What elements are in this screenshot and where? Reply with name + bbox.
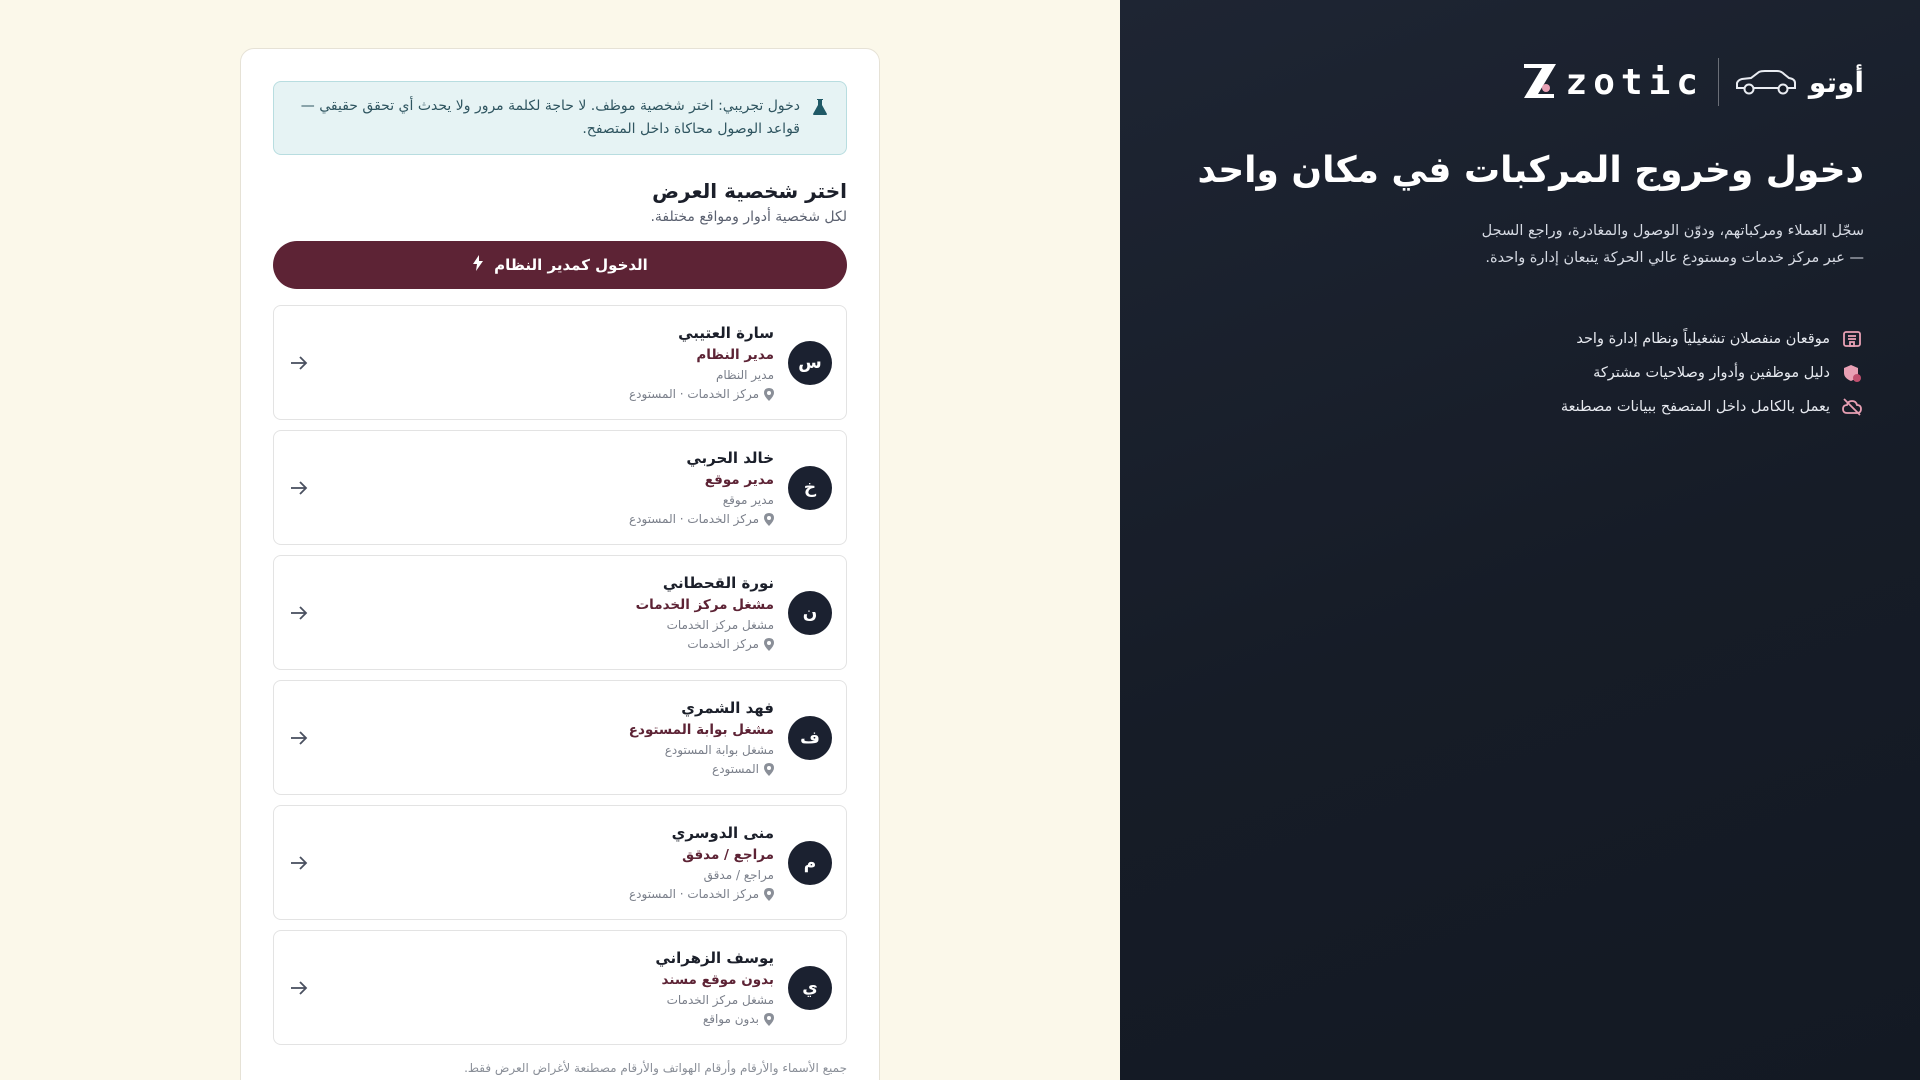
persona-name: نورة القحطاني bbox=[662, 574, 774, 592]
brand-description: سجّل العملاء ومركباتهم، ودوّن الوصول وال… bbox=[1481, 223, 1864, 266]
persona-role: مراجع / مدقق bbox=[682, 847, 774, 863]
cloud-off-icon bbox=[1840, 395, 1864, 419]
persona-card-mona[interactable]: م منى الدوسري مراجع / مدقق مراجع / مدقق … bbox=[273, 805, 847, 920]
building-icon bbox=[1840, 327, 1864, 351]
brand-panel: أوتو zotic دخول وخروج المركبات في مكان و… bbox=[1120, 0, 1920, 1080]
zotic-logo: zotic bbox=[1520, 60, 1704, 104]
persona-role: مشغل بوابة المستودع bbox=[628, 722, 774, 738]
persona-subrole: مدير النظام bbox=[715, 368, 774, 382]
persona-location-text: بدون مواقع bbox=[702, 1012, 759, 1026]
arrow-right-icon bbox=[290, 980, 308, 996]
persona-card-yousef[interactable]: ي يوسف الزهراني بدون موقع مسند مشغل مركز… bbox=[273, 930, 847, 1045]
persona-card-khaled[interactable]: خ خالد الحربي مدير موقع مدير موقع مركز ا… bbox=[273, 430, 847, 545]
persona-location: مركز الخدمات · المستودع bbox=[629, 887, 774, 901]
persona-role: بدون موقع مسند bbox=[661, 972, 774, 988]
login-as-admin-button[interactable]: الدخول كمدير النظام bbox=[273, 241, 847, 289]
persona-location-text: المستودع bbox=[712, 762, 759, 776]
car-icon bbox=[1733, 68, 1799, 96]
page-title: اختر شخصية العرض bbox=[652, 179, 847, 203]
persona-name: سارة العتيبي bbox=[678, 324, 774, 342]
feature-text: دليل موظفين وأدوار وصلاحيات مشتركة bbox=[1593, 365, 1830, 381]
persona-subrole: مشغل مركز الخدمات bbox=[666, 993, 774, 1007]
location-pin-icon bbox=[764, 1012, 774, 1026]
arrow-right-icon bbox=[290, 605, 308, 621]
persona-location: مركز الخدمات · المستودع bbox=[629, 387, 774, 401]
persona-subrole: مدير موقع bbox=[722, 493, 774, 507]
app-logo: أوتو bbox=[1733, 66, 1864, 99]
persona-card-sara[interactable]: س سارة العتيبي مدير النظام مدير النظام م… bbox=[273, 305, 847, 420]
feature-item: دليل موظفين وأدوار وصلاحيات مشتركة bbox=[1561, 356, 1864, 390]
persona-info: نورة القحطاني مشغل مركز الخدمات مشغل مرك… bbox=[636, 574, 774, 651]
persona-location-text: مركز الخدمات · المستودع bbox=[628, 887, 759, 901]
persona-info: منى الدوسري مراجع / مدقق مراجع / مدقق مر… bbox=[629, 824, 774, 901]
arrow-right-icon bbox=[290, 730, 308, 746]
persona-info: خالد الحربي مدير موقع مدير موقع مركز الخ… bbox=[629, 449, 774, 526]
feature-text: موقعان منفصلان تشغيلياً ونظام إدارة واحد bbox=[1576, 331, 1830, 347]
demo-notice-text: دخول تجريبي: اختر شخصية موظف. لا حاجة لك… bbox=[300, 98, 800, 137]
persona-role: مدير النظام bbox=[696, 347, 774, 363]
brand-divider bbox=[1717, 58, 1719, 106]
persona-location-text: مركز الخدمات · المستودع bbox=[628, 512, 759, 526]
persona-subrole: مراجع / مدقق bbox=[703, 868, 774, 882]
avatar: س bbox=[788, 340, 832, 385]
avatar: م bbox=[788, 840, 832, 885]
location-pin-icon bbox=[764, 762, 774, 776]
persona-role: مدير موقع bbox=[704, 472, 774, 488]
page-subtitle: لكل شخصية أدوار ومواقع مختلفة. bbox=[650, 209, 847, 225]
persona-location-text: مركز الخدمات · المستودع bbox=[628, 387, 759, 401]
persona-subrole: مشغل بوابة المستودع bbox=[664, 743, 774, 757]
persona-card-fahad[interactable]: ف فهد الشمري مشغل بوابة المستودع مشغل بو… bbox=[273, 680, 847, 795]
brand-header: أوتو zotic bbox=[1520, 58, 1864, 106]
persona-login-card: دخول تجريبي: اختر شخصية موظف. لا حاجة لك… bbox=[240, 48, 880, 1080]
persona-list: س سارة العتيبي مدير النظام مدير النظام م… bbox=[273, 305, 847, 1045]
admin-button-label: الدخول كمدير النظام bbox=[494, 256, 648, 274]
location-pin-icon bbox=[764, 387, 774, 401]
app-name: أوتو bbox=[1808, 65, 1864, 99]
demo-notice: دخول تجريبي: اختر شخصية موظف. لا حاجة لك… bbox=[273, 81, 847, 155]
avatar: خ bbox=[788, 465, 832, 510]
persona-location: بدون مواقع bbox=[655, 1012, 774, 1026]
arrow-right-icon bbox=[290, 480, 308, 496]
brand-headline: دخول وخروج المركبات في مكان واحد bbox=[1197, 150, 1864, 191]
avatar: ف bbox=[788, 715, 832, 760]
persona-location-text: مركز الخدمات bbox=[687, 637, 759, 651]
location-pin-icon bbox=[764, 512, 774, 526]
persona-name: يوسف الزهراني bbox=[655, 949, 774, 967]
persona-name: خالد الحربي bbox=[686, 449, 774, 467]
persona-role: مشغل مركز الخدمات bbox=[635, 597, 774, 613]
feature-item: موقعان منفصلان تشغيلياً ونظام إدارة واحد bbox=[1561, 322, 1864, 356]
z-mark-icon bbox=[1520, 60, 1560, 104]
feature-item: يعمل بالكامل داخل المتصفح ببيانات مصطنعة bbox=[1561, 390, 1864, 424]
feature-text: يعمل بالكامل داخل المتصفح ببيانات مصطنعة bbox=[1560, 399, 1830, 415]
avatar: ي bbox=[788, 965, 832, 1010]
persona-subrole: مشغل مركز الخدمات bbox=[666, 618, 774, 632]
arrow-right-icon bbox=[290, 355, 308, 371]
persona-info: يوسف الزهراني بدون موقع مسند مشغل مركز ا… bbox=[655, 949, 774, 1026]
bolt-icon bbox=[472, 255, 484, 275]
flask-icon bbox=[812, 98, 828, 124]
persona-name: فهد الشمري bbox=[681, 699, 774, 717]
logo-text: zotic bbox=[1565, 61, 1704, 103]
persona-location: مركز الخدمات · المستودع bbox=[629, 512, 774, 526]
persona-location: المستودع bbox=[629, 762, 774, 776]
arrow-right-icon bbox=[290, 855, 308, 871]
feature-list: موقعان منفصلان تشغيلياً ونظام إدارة واحد… bbox=[1561, 322, 1864, 424]
avatar: ن bbox=[788, 590, 832, 635]
shield-user-icon bbox=[1840, 361, 1864, 385]
persona-card-noura[interactable]: ن نورة القحطاني مشغل مركز الخدمات مشغل م… bbox=[273, 555, 847, 670]
location-pin-icon bbox=[764, 887, 774, 901]
persona-name: منى الدوسري bbox=[671, 824, 774, 842]
persona-location: مركز الخدمات bbox=[636, 637, 774, 651]
persona-info: سارة العتيبي مدير النظام مدير النظام مرك… bbox=[629, 324, 774, 401]
footnote: جميع الأسماء والأرقام وأرقام الهواتف وال… bbox=[464, 1061, 847, 1075]
persona-info: فهد الشمري مشغل بوابة المستودع مشغل بواب… bbox=[629, 699, 774, 776]
location-pin-icon bbox=[764, 637, 774, 651]
